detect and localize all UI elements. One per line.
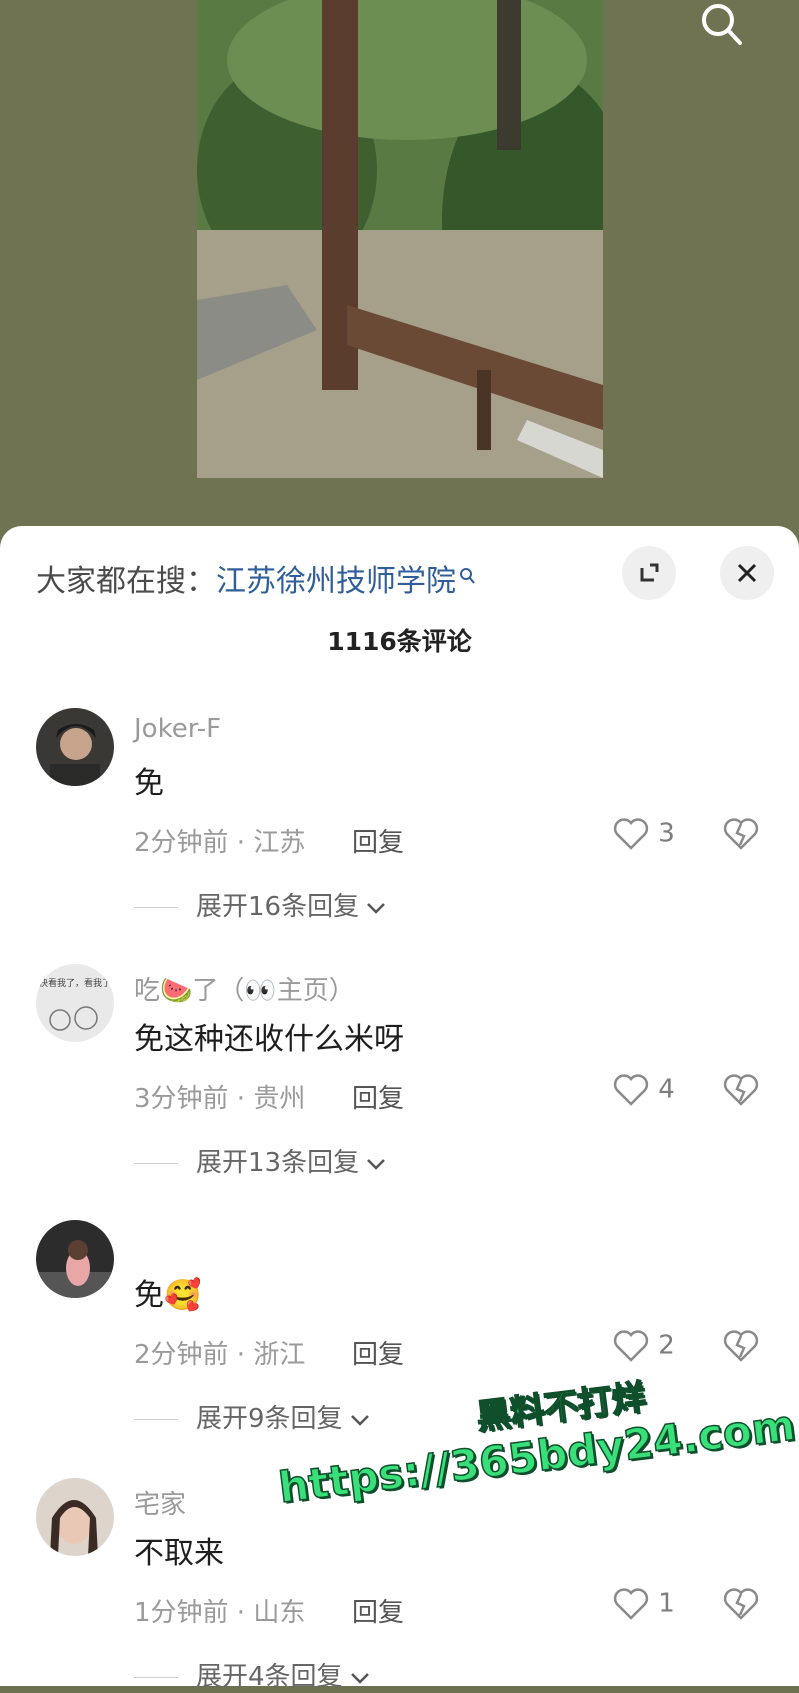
comment-time-location: 1分钟前 · 山东 <box>134 1598 306 1628</box>
divider-line <box>134 1419 178 1420</box>
broken-heart-icon <box>723 1588 759 1620</box>
comment-username[interactable]: Joker-F <box>134 714 221 744</box>
comment-panel: 大家都在搜：江苏徐州技师学院 1116条评论 Joker-F 免 2分钟前 · … <box>0 526 799 1692</box>
expand-replies[interactable]: 展开13条回复 <box>134 1142 387 1179</box>
dislike-button[interactable] <box>722 1586 760 1626</box>
video-scene-image <box>197 0 603 478</box>
broken-heart-icon <box>723 1074 759 1106</box>
expand-replies[interactable]: 展开4条回复 <box>134 1656 371 1693</box>
reply-button[interactable]: 回复 <box>352 822 404 859</box>
dislike-button[interactable] <box>722 1072 760 1112</box>
comment-time-location: 2分钟前 · 浙江 <box>134 1340 306 1370</box>
heart-icon <box>613 1588 649 1620</box>
expand-replies-label: 展开4条回复 <box>196 1662 343 1692</box>
chevron-down-icon <box>350 1672 369 1684</box>
comment-text: 免 <box>134 766 164 801</box>
comment-username[interactable]: 吃🍉了（👀主页） <box>134 970 355 1007</box>
avatar[interactable] <box>36 1478 114 1556</box>
chevron-down-icon <box>367 902 385 914</box>
search-icon <box>702 4 742 45</box>
search-small-icon <box>459 558 475 593</box>
reply-button[interactable]: 回复 <box>352 1078 404 1115</box>
comment-time-location: 3分钟前 · 贵州 <box>134 1084 306 1114</box>
search-button[interactable] <box>694 0 750 50</box>
avatar[interactable]: 快看我了，看我了 <box>36 964 114 1042</box>
expand-replies-label: 展开16条回复 <box>196 892 360 922</box>
heart-icon <box>613 1074 649 1106</box>
hot-search-link[interactable]: 江苏徐州技师学院 <box>216 564 456 599</box>
like-count: 3 <box>658 818 675 849</box>
hot-search-prefix: 大家都在搜： <box>36 564 216 599</box>
expand-icon <box>640 563 659 582</box>
comment-text: 免🥰 <box>134 1278 202 1313</box>
video-background <box>0 0 799 540</box>
comment-count: 1116条评论 <box>327 627 472 656</box>
comment-text: 不取来 <box>134 1536 224 1571</box>
divider-line <box>134 1677 178 1678</box>
close-icon <box>737 563 757 583</box>
reply-button[interactable]: 回复 <box>352 1592 404 1629</box>
heart-icon <box>613 1330 649 1362</box>
divider-line <box>134 1163 178 1164</box>
comment-username[interactable]: 宅家 <box>134 1484 186 1521</box>
like-count: 1 <box>658 1588 675 1619</box>
expand-replies[interactable]: 展开16条回复 <box>134 886 387 923</box>
broken-heart-icon <box>723 818 759 850</box>
reply-button[interactable]: 回复 <box>352 1334 404 1371</box>
avatar[interactable] <box>36 1220 114 1298</box>
like-button[interactable]: 2 <box>612 1328 675 1364</box>
expand-panel-button[interactable] <box>622 546 676 600</box>
hot-search-bar: 大家都在搜：江苏徐州技师学院 <box>36 556 475 600</box>
dislike-button[interactable] <box>722 816 760 856</box>
close-button[interactable] <box>720 546 774 600</box>
like-count: 4 <box>658 1074 675 1105</box>
like-button[interactable]: 3 <box>612 816 675 852</box>
like-button[interactable]: 1 <box>612 1586 675 1622</box>
video-frame[interactable] <box>197 0 603 478</box>
avatar[interactable] <box>36 708 114 786</box>
like-button[interactable]: 4 <box>612 1072 675 1108</box>
like-count: 2 <box>658 1330 675 1361</box>
expand-replies-label: 展开13条回复 <box>196 1148 360 1178</box>
comment-time-location: 2分钟前 · 江苏 <box>134 828 306 858</box>
divider-line <box>134 907 178 908</box>
comment-text: 免这种还收什么米呀 <box>134 1022 404 1057</box>
chevron-down-icon <box>367 1158 385 1170</box>
heart-icon <box>613 818 649 850</box>
avatar-caption: 快看我了，看我了 <box>39 977 111 989</box>
